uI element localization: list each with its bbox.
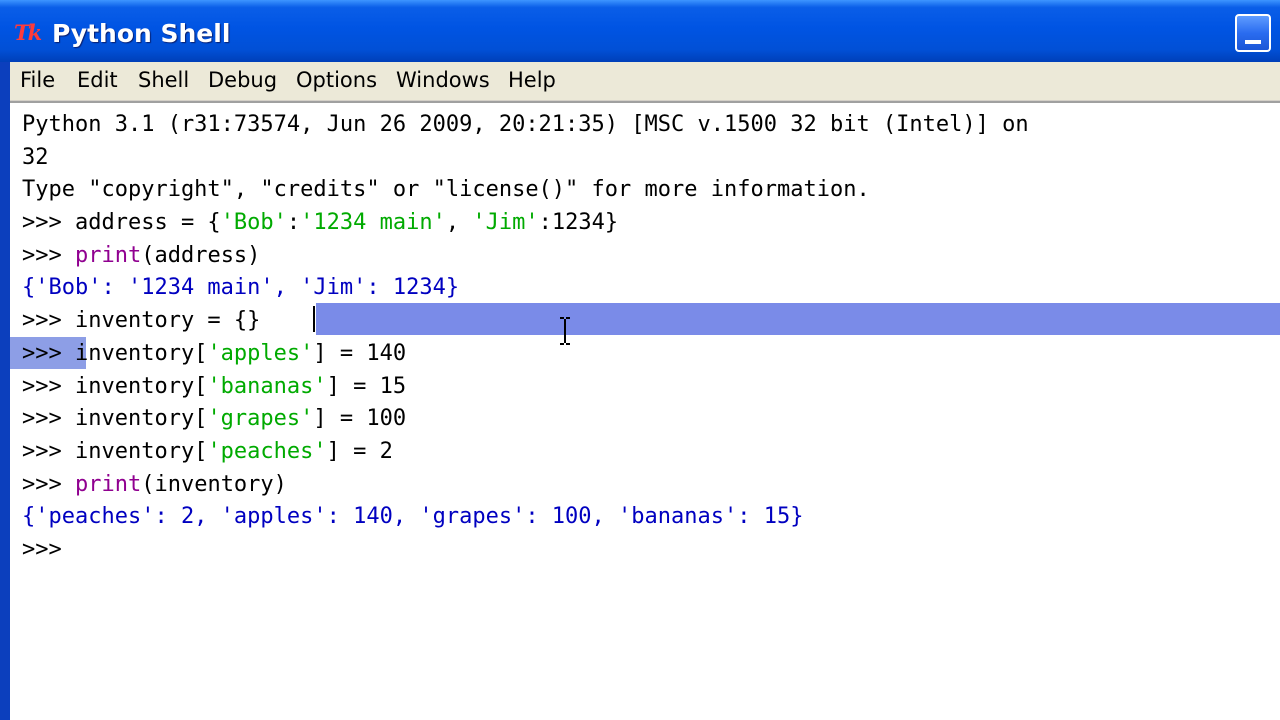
shell-token: >>> inventory = {} [22,308,261,334]
shell-token: >>> inventory[ [22,340,208,366]
shell-token: 'peaches' [207,438,327,464]
shell-line: Type "copyright", "credits" or "license(… [22,174,1280,207]
shell-line: Python 3.1 (r31:73574, Jun 26 2009, 20:2… [22,109,1280,142]
shell-token: ] = 15 [326,373,407,399]
shell-token: 'grapes' [207,406,314,432]
minimize-icon [1245,40,1261,44]
shell-token: ] = 140 [313,340,407,366]
shell-line: >>> print(address) [22,240,1280,273]
text-caret [313,306,315,332]
shell-line: 32 [22,142,1280,175]
shell-token: >>> address = { [22,210,221,236]
shell-token: 'apples' [207,340,314,366]
shell-token: 'Jim' [472,210,539,236]
shell-token: , [445,210,473,236]
shell-token: {'peaches': 2, 'apples': 140, 'grapes': … [22,504,804,530]
shell-output: Python 3.1 (r31:73574, Jun 26 2009, 20:2… [22,109,1280,567]
shell-token: >>> [22,471,75,497]
shell-token: ] = 100 [313,406,407,432]
shell-token: Python 3.1 (r31:73574, Jun 26 2009, 20:2… [22,112,1029,137]
shell-token: >>> inventory[ [22,406,208,432]
shell-token: Type "copyright", "credits" or "license(… [22,177,870,203]
shell-token: >>> inventory[ [22,373,208,399]
shell-token: >>> [22,536,75,562]
menu-bar: File Edit Shell Debug Options Windows He… [10,62,1280,101]
menu-edit[interactable]: Edit [77,62,118,100]
shell-line: >>> print(inventory) [22,469,1280,502]
shell-text-area[interactable]: Python 3.1 (r31:73574, Jun 26 2009, 20:2… [10,101,1280,720]
shell-token: 32 [22,144,49,170]
shell-token: print [74,242,142,268]
shell-token: >>> inventory[ [22,438,208,464]
shell-token: >>> [22,242,75,268]
shell-token: print [74,471,142,497]
menu-debug[interactable]: Debug [208,62,277,100]
shell-token: (inventory) [141,471,287,497]
tk-logo-icon: Tk [14,20,42,45]
menu-shell[interactable]: Shell [138,62,189,100]
menu-help[interactable]: Help [508,62,556,100]
shell-line: >>> inventory['grapes'] = 100 [22,403,1280,436]
shell-token: {'Bob': '1234 main', 'Jim': 1234} [22,275,460,301]
shell-token: 'Bob' [220,210,287,236]
shell-line: >>> inventory = {} [22,305,1280,338]
shell-line: >>> inventory['apples'] = 140 [22,338,1280,371]
shell-token: 'bananas' [207,373,327,399]
shell-line: >>> inventory['bananas'] = 15 [22,371,1280,404]
menu-file[interactable]: File [20,62,55,100]
shell-token: ] = 2 [326,438,393,464]
shell-line: {'Bob': '1234 main', 'Jim': 1234} [22,272,1280,305]
minimize-button[interactable] [1235,14,1271,52]
shell-line: >>> inventory['peaches'] = 2 [22,436,1280,469]
window-title: Python Shell [52,19,231,48]
shell-token: : [286,210,301,236]
menu-windows[interactable]: Windows [396,62,490,100]
shell-token: :1234} [538,210,619,236]
ibeam-cursor-icon [560,317,570,345]
menu-options[interactable]: Options [296,62,377,100]
shell-token: '1234 main' [300,210,446,236]
shell-line: {'peaches': 2, 'apples': 140, 'grapes': … [22,501,1280,534]
shell-line: >>> [22,534,1280,567]
title-bar[interactable]: Tk Python Shell [0,0,1280,62]
shell-token: (address) [141,242,261,268]
shell-line: >>> address = {'Bob':'1234 main', 'Jim':… [22,207,1280,240]
